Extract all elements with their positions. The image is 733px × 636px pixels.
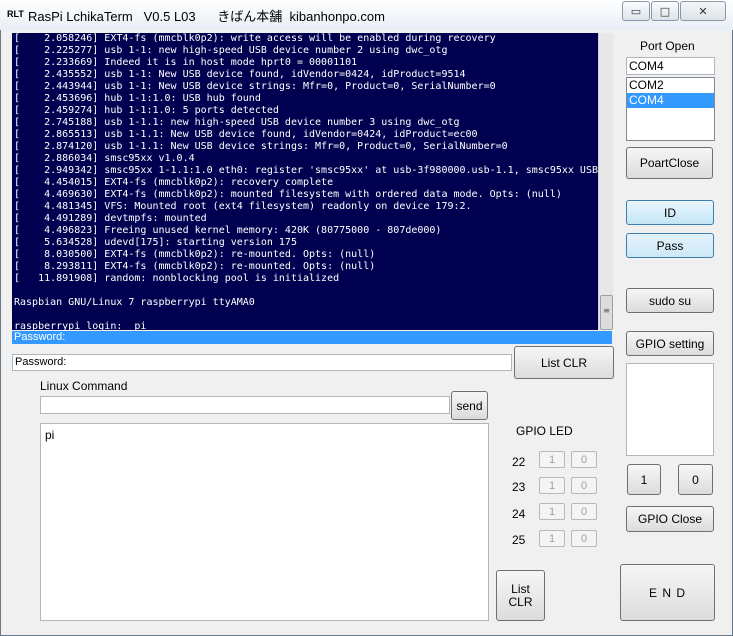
gpio-pin-label: 25 bbox=[512, 533, 526, 547]
gpio-24-on-indicator: 1 bbox=[539, 503, 565, 520]
gpio-23-on-indicator: 1 bbox=[539, 477, 565, 494]
title-bar: RLT RasPi LchikaTerm V0.5 L03 きばん本舗 kiba… bbox=[0, 0, 733, 30]
gpio-pin-label: 22 bbox=[512, 455, 526, 469]
list-clr-top-button[interactable]: List CLR bbox=[514, 346, 614, 379]
port-open-label: Port Open bbox=[640, 39, 695, 53]
gpio-0-button[interactable]: 0 bbox=[678, 464, 713, 495]
linux-command-label: Linux Command bbox=[40, 379, 128, 393]
port-input[interactable]: COM4 bbox=[626, 57, 715, 75]
send-button[interactable]: send bbox=[451, 391, 488, 420]
terminal-line: [ 2.745188] usb 1-1.1: new high-speed US… bbox=[14, 117, 460, 128]
window-title: RasPi LchikaTerm V0.5 L03 きばん本舗 kibanhon… bbox=[28, 9, 385, 24]
gpio-24-off-indicator: 0 bbox=[571, 503, 597, 520]
command-history-text: pi bbox=[45, 428, 55, 442]
gpio-setting-box[interactable] bbox=[626, 363, 714, 456]
terminal-line: [ 4.481345] VFS: Mounted root (ext4 file… bbox=[14, 201, 472, 212]
list-clr-bottom-label-1: List bbox=[511, 581, 530, 596]
terminal-line: [ 4.491289] devtmpfs: mounted bbox=[14, 213, 207, 224]
terminal-line: [ 2.443944] usb 1-1: New USB device stri… bbox=[14, 81, 496, 92]
minimize-button[interactable]: ▭ bbox=[622, 1, 650, 21]
id-button[interactable]: ID bbox=[626, 200, 714, 225]
gpio-23-off-indicator: 0 bbox=[571, 477, 597, 494]
terminal-line: Raspbian GNU/Linux 7 raspberrypi ttyAMA0 bbox=[14, 297, 255, 308]
gpio-close-button[interactable]: GPIO Close bbox=[626, 506, 714, 532]
gpio-22-on-indicator: 1 bbox=[539, 451, 565, 468]
gpio-pin-label: 23 bbox=[512, 480, 526, 494]
sudo-su-button[interactable]: sudo su bbox=[626, 288, 714, 313]
terminal-line: [ 4.496823] Freeing unused kernel memory… bbox=[14, 225, 442, 236]
port-option-com4[interactable]: COM4 bbox=[627, 93, 714, 108]
gpio-22-off-indicator: 0 bbox=[571, 451, 597, 468]
window-controls: ▭ □ ✕ bbox=[621, 1, 726, 21]
maximize-button[interactable]: □ bbox=[651, 1, 679, 21]
terminal-lines: [ 2.058246] EXT4-fs (mmcblk0p2): write a… bbox=[14, 33, 598, 330]
gpio-25-off-indicator: 0 bbox=[571, 530, 597, 547]
terminal-line: [ 2.225277] usb 1-1: new high-speed USB … bbox=[14, 45, 448, 56]
list-clr-bottom-button[interactable]: List CLR bbox=[496, 570, 545, 621]
gpio-1-button[interactable]: 1 bbox=[627, 464, 661, 495]
terminal-line: [ 11.891908] random: nonblocking pool is… bbox=[14, 273, 340, 284]
gpio-led-title: GPIO LED bbox=[516, 424, 573, 438]
terminal-line: [ 4.469630] EXT4-fs (mmcblk0p2): mounted… bbox=[14, 189, 562, 200]
terminal-line: [ 4.454015] EXT4-fs (mmcblk0p2): recover… bbox=[14, 177, 334, 188]
maximize-icon: □ bbox=[659, 4, 671, 18]
terminal-scrollbar[interactable]: ≡ bbox=[598, 33, 613, 330]
gpio-pin-label: 24 bbox=[512, 507, 526, 521]
close-icon: ✕ bbox=[698, 4, 708, 18]
terminal-line: raspberrypi login: pi bbox=[14, 321, 147, 330]
linux-command-input[interactable] bbox=[40, 396, 450, 414]
pass-button[interactable]: Pass bbox=[626, 233, 714, 258]
terminal-line: [ 5.634528] udevd[175]: starting version… bbox=[14, 237, 297, 248]
terminal-line: [ 2.435552] usb 1-1: New USB device foun… bbox=[14, 69, 466, 80]
list-clr-bottom-label-2: CLR bbox=[508, 594, 533, 609]
gpio-setting-button[interactable]: GPIO setting bbox=[626, 331, 714, 356]
terminal-line: [ 2.233669] Indeed it is in host mode hp… bbox=[14, 57, 358, 68]
app-logo: RLT bbox=[7, 9, 24, 19]
terminal-line: [ 2.886034] smsc95xx v1.0.4 bbox=[14, 153, 195, 164]
terminal-line: [ 2.453696] hub 1-1:1.0: USB hub found bbox=[14, 93, 261, 104]
password-field[interactable]: Password: bbox=[12, 354, 512, 371]
gpio-25-on-indicator: 1 bbox=[539, 530, 565, 547]
port-option-com2[interactable]: COM2 bbox=[627, 78, 714, 93]
terminal-line: [ 2.865513] usb 1-1.1: New USB device fo… bbox=[14, 129, 478, 140]
port-list[interactable]: COM2 COM4 bbox=[626, 77, 715, 141]
terminal-output[interactable]: [ 2.058246] EXT4-fs (mmcblk0p2): write a… bbox=[12, 33, 598, 330]
terminal-input-line[interactable]: Password: bbox=[12, 331, 612, 344]
port-close-button[interactable]: PoartClose bbox=[626, 147, 713, 179]
minimize-icon: ▭ bbox=[630, 4, 642, 18]
scrollbar-thumb[interactable]: ≡ bbox=[600, 295, 613, 330]
terminal-line: [ 2.874120] usb 1-1.1: New USB device st… bbox=[14, 141, 508, 152]
terminal-line: [ 8.293811] EXT4-fs (mmcblk0p2): re-moun… bbox=[14, 261, 376, 272]
close-button[interactable]: ✕ bbox=[680, 1, 726, 21]
end-button[interactable]: E N D bbox=[620, 564, 715, 621]
terminal-line: [ 8.030500] EXT4-fs (mmcblk0p2): re-moun… bbox=[14, 249, 376, 260]
command-history[interactable]: pi bbox=[40, 423, 489, 621]
terminal-line: [ 2.058246] EXT4-fs (mmcblk0p2): write a… bbox=[14, 33, 496, 44]
terminal-line: [ 2.949342] smsc95xx 1-1.1:1.0 eth0: reg… bbox=[14, 165, 598, 176]
terminal-line: [ 2.459274] hub 1-1:1.0: 5 ports detecte… bbox=[14, 105, 279, 116]
